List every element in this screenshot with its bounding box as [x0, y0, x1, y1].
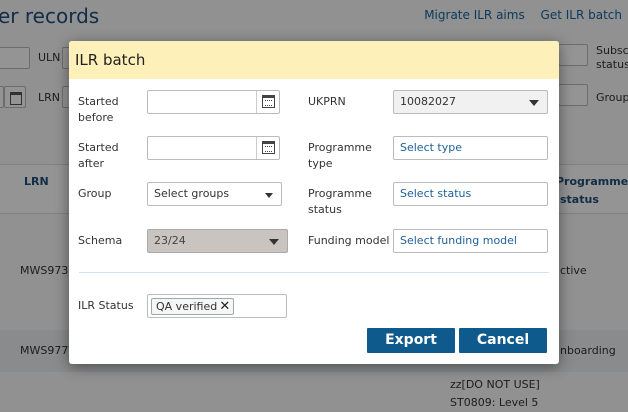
funding-model-label: Funding model — [308, 234, 390, 247]
cancel-button[interactable]: Cancel — [459, 328, 547, 353]
ukprn-select-value: 10082027 — [400, 95, 456, 108]
divider — [79, 272, 549, 273]
ilr-batch-dialog: ILR batch Started before Started after G… — [69, 41, 559, 364]
chevron-down-icon — [265, 193, 273, 198]
funding-model-select[interactable]: Select funding model — [393, 229, 548, 253]
calendar-icon — [262, 95, 275, 108]
programme-type-label: Programme type — [308, 141, 372, 170]
export-button[interactable]: Export — [367, 328, 455, 353]
schema-label: Schema — [78, 234, 123, 247]
ilr-status-label: ILR Status — [78, 299, 134, 312]
programme-type-select[interactable]: Select type — [393, 136, 548, 160]
started-before-date-button[interactable] — [256, 91, 280, 113]
ukprn-label: UKPRN — [308, 95, 346, 108]
chevron-down-icon — [269, 239, 279, 245]
close-icon[interactable]: ✕ — [219, 299, 230, 314]
dialog-header: ILR batch — [69, 41, 559, 79]
started-after-date-button[interactable] — [256, 137, 280, 159]
schema-select-value: 23/24 — [154, 234, 186, 247]
group-select-value: Select groups — [154, 187, 230, 200]
programme-status-label: Programme status — [308, 187, 372, 216]
started-before-label: Started before — [78, 95, 119, 124]
group-select[interactable]: Select groups — [147, 182, 282, 206]
group-label: Group — [78, 187, 112, 200]
status-chip-label: QA verified — [156, 300, 218, 313]
schema-select[interactable]: 23/24 — [147, 229, 288, 253]
ukprn-select[interactable]: 10082027 — [393, 90, 548, 114]
started-after-label: Started after — [78, 141, 119, 170]
status-chip: QA verified ✕ — [151, 298, 235, 315]
calendar-icon — [262, 141, 275, 154]
dialog-title: ILR batch — [75, 51, 146, 69]
ilr-status-multiselect[interactable]: QA verified ✕ — [147, 294, 287, 318]
chevron-down-icon — [529, 100, 539, 106]
programme-status-select[interactable]: Select status — [393, 182, 548, 206]
